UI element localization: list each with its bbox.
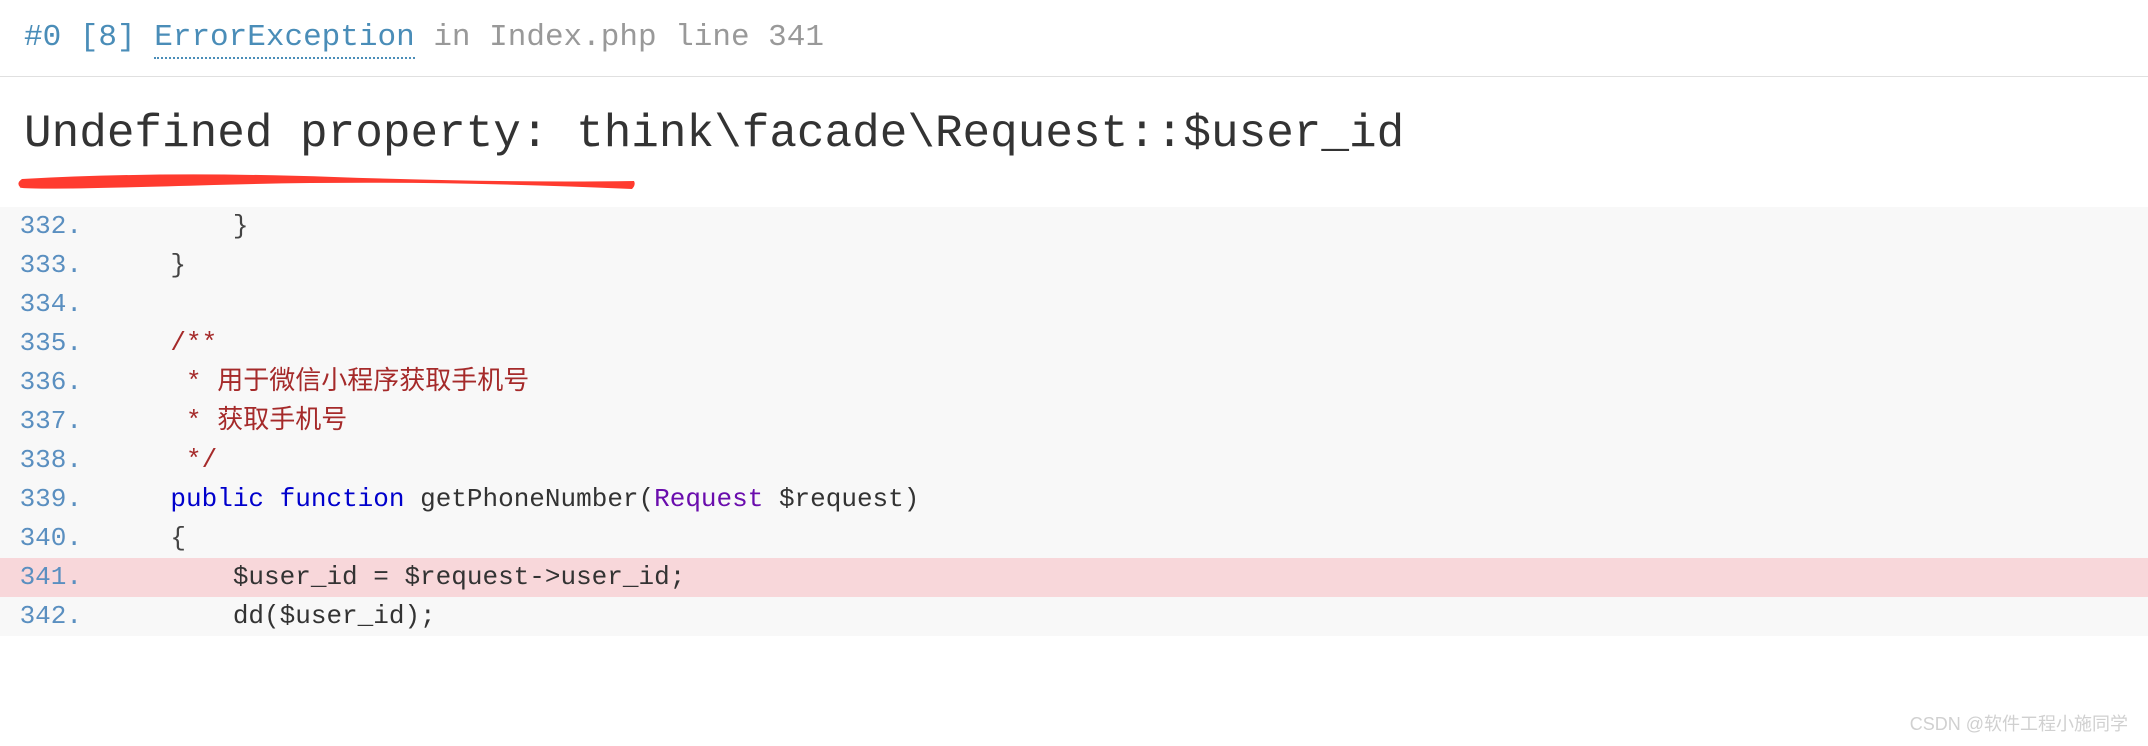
line-number: 342. [0,597,90,636]
code-line: 339. public function getPhoneNumber(Requ… [0,480,2148,519]
code-line: 337. * 获取手机号 [0,402,2148,441]
code-token [264,484,280,514]
code-line: 334. [0,285,2148,324]
file-location: Index.php line 341 [489,20,824,55]
code-token: Request [654,484,763,514]
code-token: function [280,484,405,514]
error-code: [8] [80,20,136,55]
code-token: } [233,211,249,241]
annotation-underline [0,177,2148,197]
code-token: * 用于微信小程序获取手机号 [186,367,529,397]
code-token: */ [186,445,217,475]
line-content: $user_id = $request->user_id; [90,558,685,597]
stack-frame-number: #0 [24,20,61,55]
line-number: 337. [0,402,90,441]
line-number: 338. [0,441,90,480]
line-content: dd($user_id); [90,597,436,636]
code-line: 336. * 用于微信小程序获取手机号 [0,363,2148,402]
code-line: 335. /** [0,324,2148,363]
line-content: /** [90,324,217,363]
line-number: 332. [0,207,90,246]
line-content: } [90,207,248,246]
line-number: 339. [0,480,90,519]
line-number: 341. [0,558,90,597]
csdn-watermark: CSDN @软件工程小施同学 [1910,710,2128,736]
code-line: 332. } [0,207,2148,246]
source-code-panel: 332. }333. }334.335. /**336. * 用于微信小程序获取… [0,207,2148,636]
line-number: 335. [0,324,90,363]
exception-class-link[interactable]: ErrorException [154,20,414,59]
code-token: public [170,484,264,514]
code-token: $user_id = $request->user_id; [233,562,685,592]
line-content: { [90,519,186,558]
code-token: /** [170,328,217,358]
code-line: 341. $user_id = $request->user_id; [0,558,2148,597]
line-number: 334. [0,285,90,324]
line-number: 333. [0,246,90,285]
code-line: 340. { [0,519,2148,558]
code-line: 342. dd($user_id); [0,597,2148,636]
code-token: dd($user_id); [233,601,436,631]
code-token: } [170,250,186,280]
code-token: getPhoneNumber( [404,484,654,514]
error-message-heading: Undefined property: think\facade\Request… [0,77,2148,177]
error-trace-header: #0 [8] ErrorException in Index.php line … [0,0,2148,77]
line-content: * 用于微信小程序获取手机号 [90,363,529,402]
code-line: 333. } [0,246,2148,285]
line-content: * 获取手机号 [90,402,347,441]
line-number: 340. [0,519,90,558]
code-line: 338. */ [0,441,2148,480]
line-content: } [90,246,186,285]
code-token: * 获取手机号 [186,406,347,436]
line-number: 336. [0,363,90,402]
code-token: { [170,523,186,553]
code-token: $request) [763,484,919,514]
line-content: */ [90,441,217,480]
in-keyword: in [433,20,470,55]
line-content: public function getPhoneNumber(Request $… [90,480,919,519]
